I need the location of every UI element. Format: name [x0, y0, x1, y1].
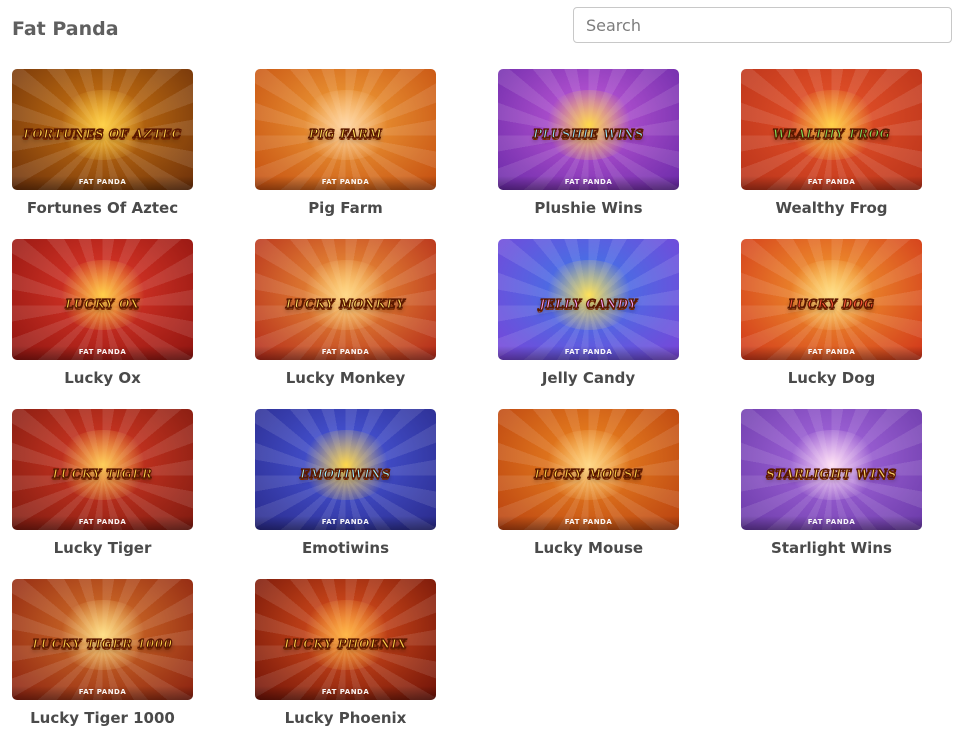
- game-card[interactable]: PIG FARM FAT PANDA Pig Farm: [255, 69, 436, 229]
- game-card[interactable]: LUCKY TIGER 1000 FAT PANDA Lucky Tiger 100…: [12, 579, 193, 739]
- mascot-glow: [783, 89, 880, 160]
- game-thumbnail[interactable]: WEALTHY FROG FAT PANDA: [741, 69, 922, 190]
- game-thumbnail[interactable]: LUCKY TIGER FAT PANDA: [12, 409, 193, 530]
- game-thumbnail[interactable]: LUCKY MOUSE FAT PANDA: [498, 409, 679, 530]
- provider-badge: FAT PANDA: [78, 518, 127, 526]
- provider-badge: FAT PANDA: [564, 518, 613, 526]
- game-card[interactable]: LUCKY TIGER FAT PANDA Lucky Tiger: [12, 409, 193, 569]
- game-title[interactable]: Lucky Tiger 1000: [0, 709, 209, 727]
- page-title: Fat Panda: [12, 18, 119, 40]
- game-card[interactable]: WEALTHY FROG FAT PANDA Wealthy Frog: [741, 69, 922, 229]
- game-logo: LUCKY DOG: [788, 297, 875, 312]
- game-title[interactable]: Lucky Dog: [725, 369, 938, 387]
- provider-badge: FAT PANDA: [564, 178, 613, 186]
- mascot-glow: [540, 259, 637, 330]
- game-logo: LUCKY MONKEY: [285, 297, 406, 312]
- provider-badge: FAT PANDA: [321, 348, 370, 356]
- mascot-glow: [783, 259, 880, 330]
- game-logo: LUCKY PHOENIX: [283, 637, 407, 652]
- mascot-glow: [540, 89, 637, 160]
- mascot-glow: [54, 429, 151, 500]
- provider-badge: FAT PANDA: [807, 178, 856, 186]
- game-card[interactable]: LUCKY DOG FAT PANDA Lucky Dog: [741, 239, 922, 399]
- mascot-glow: [54, 89, 151, 160]
- provider-badge: FAT PANDA: [78, 348, 127, 356]
- provider-badge: FAT PANDA: [321, 178, 370, 186]
- search-input[interactable]: [573, 7, 952, 43]
- game-thumbnail[interactable]: LUCKY MONKEY FAT PANDA: [255, 239, 436, 360]
- game-title[interactable]: Starlight Wins: [725, 539, 938, 557]
- game-logo: JELLY CANDY: [539, 297, 638, 312]
- game-thumbnail[interactable]: LUCKY TIGER 1000 FAT PANDA: [12, 579, 193, 700]
- game-logo: LUCKY TIGER: [52, 467, 153, 482]
- game-thumbnail[interactable]: JELLY CANDY FAT PANDA: [498, 239, 679, 360]
- game-card[interactable]: LUCKY PHOENIX FAT PANDA Lucky Phoenix: [255, 579, 436, 739]
- provider-badge: FAT PANDA: [564, 348, 613, 356]
- game-card[interactable]: JELLY CANDY FAT PANDA Jelly Candy: [498, 239, 679, 399]
- game-thumbnail[interactable]: LUCKY PHOENIX FAT PANDA: [255, 579, 436, 700]
- game-thumbnail[interactable]: LUCKY OX FAT PANDA: [12, 239, 193, 360]
- game-logo: PLUSHIE WINS: [532, 127, 644, 142]
- game-card[interactable]: LUCKY MONKEY FAT PANDA Lucky Monkey: [255, 239, 436, 399]
- provider-badge: FAT PANDA: [807, 348, 856, 356]
- game-title[interactable]: Plushie Wins: [482, 199, 695, 217]
- mascot-glow: [783, 429, 880, 500]
- game-card[interactable]: LUCKY OX FAT PANDA Lucky Ox: [12, 239, 193, 399]
- provider-badge: FAT PANDA: [807, 518, 856, 526]
- game-logo: WEALTHY FROG: [772, 127, 891, 142]
- mascot-glow: [54, 259, 151, 330]
- mascot-glow: [297, 599, 394, 670]
- game-title[interactable]: Wealthy Frog: [725, 199, 938, 217]
- game-thumbnail[interactable]: PIG FARM FAT PANDA: [255, 69, 436, 190]
- game-card[interactable]: LUCKY MOUSE FAT PANDA Lucky Mouse: [498, 409, 679, 569]
- mascot-glow: [297, 429, 394, 500]
- game-card[interactable]: EMOTIWINS FAT PANDA Emotiwins: [255, 409, 436, 569]
- game-title[interactable]: Pig Farm: [239, 199, 452, 217]
- game-title[interactable]: Lucky Tiger: [0, 539, 209, 557]
- game-title[interactable]: Emotiwins: [239, 539, 452, 557]
- mascot-glow: [297, 259, 394, 330]
- game-logo: LUCKY TIGER 1000: [32, 637, 173, 652]
- mascot-glow: [540, 429, 637, 500]
- game-card[interactable]: PLUSHIE WINS FAT PANDA Plushie Wins: [498, 69, 679, 229]
- game-card[interactable]: FORTUNES OF AZTEC FAT PANDA Fortunes Of Az…: [12, 69, 193, 229]
- game-title[interactable]: Lucky Phoenix: [239, 709, 452, 727]
- game-thumbnail[interactable]: FORTUNES OF AZTEC FAT PANDA: [12, 69, 193, 190]
- provider-badge: FAT PANDA: [321, 688, 370, 696]
- game-title[interactable]: Jelly Candy: [482, 369, 695, 387]
- game-title[interactable]: Fortunes Of Aztec: [0, 199, 209, 217]
- provider-badge: FAT PANDA: [78, 178, 127, 186]
- game-logo: STARLIGHT WINS: [766, 467, 897, 482]
- game-logo: LUCKY OX: [65, 297, 140, 312]
- game-thumbnail[interactable]: EMOTIWINS FAT PANDA: [255, 409, 436, 530]
- provider-badge: FAT PANDA: [78, 688, 127, 696]
- game-logo: EMOTIWINS: [300, 467, 391, 482]
- mascot-glow: [54, 599, 151, 670]
- provider-badge: FAT PANDA: [321, 518, 370, 526]
- game-title[interactable]: Lucky Monkey: [239, 369, 452, 387]
- game-logo: LUCKY MOUSE: [534, 467, 643, 482]
- game-thumbnail[interactable]: STARLIGHT WINS FAT PANDA: [741, 409, 922, 530]
- game-thumbnail[interactable]: PLUSHIE WINS FAT PANDA: [498, 69, 679, 190]
- game-card[interactable]: STARLIGHT WINS FAT PANDA Starlight Wins: [741, 409, 922, 569]
- game-logo: FORTUNES OF AZTEC: [23, 127, 182, 142]
- game-title[interactable]: Lucky Ox: [0, 369, 209, 387]
- mascot-glow: [297, 89, 394, 160]
- game-title[interactable]: Lucky Mouse: [482, 539, 695, 557]
- game-logo: PIG FARM: [308, 127, 383, 142]
- game-thumbnail[interactable]: LUCKY DOG FAT PANDA: [741, 239, 922, 360]
